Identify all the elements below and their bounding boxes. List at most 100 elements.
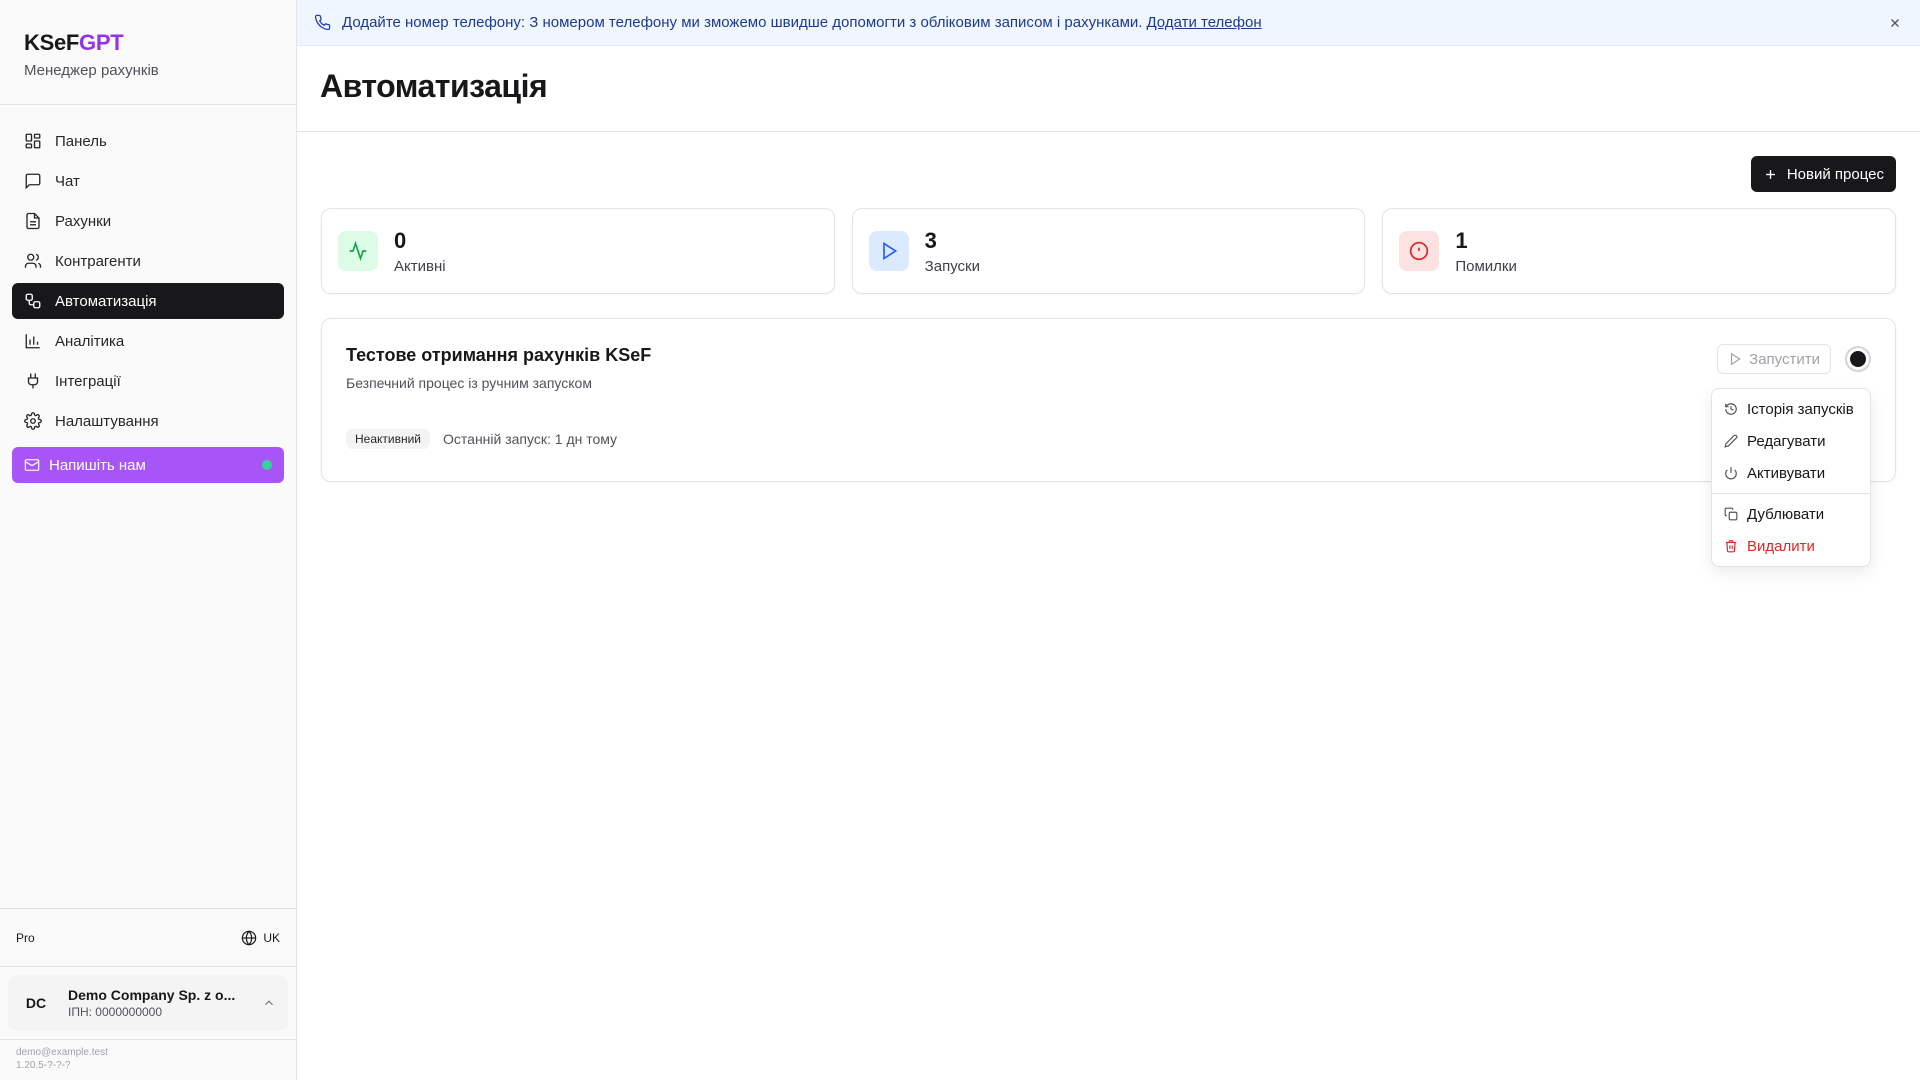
- sidebar-item-label: Інтеграції: [55, 372, 121, 390]
- menu-item-edit[interactable]: Редагувати: [1716, 425, 1866, 457]
- user-email: demo@example.test: [16, 1047, 108, 1058]
- brand: KSeFGPT Менеджер рахунків: [0, 0, 296, 105]
- menu-divider: [1712, 493, 1870, 494]
- sidebar-item-analytics[interactable]: Аналітика: [12, 323, 284, 359]
- sidebar-item-label: Панель: [55, 132, 107, 150]
- sidebar-item-contractors[interactable]: Контрагенти: [12, 243, 284, 279]
- menu-item-history[interactable]: Історія запусків: [1716, 393, 1866, 425]
- toolbar: Новий процес: [321, 156, 1896, 192]
- close-icon[interactable]: [1888, 16, 1902, 30]
- trash-icon: [1725, 540, 1737, 553]
- company-name: Demo Company Sp. z o...: [68, 987, 236, 1003]
- stat-card-active: 0 Активні: [321, 208, 835, 294]
- brand-logo[interactable]: KSeFGPT: [24, 30, 272, 56]
- phone-banner: Додайте номер телефону: З номером телефо…: [297, 0, 1920, 46]
- automation-content: Новий процес 0 Активні 3 Запуски 1 Помил…: [297, 132, 1920, 506]
- brand-subtitle: Менеджер рахунків: [24, 62, 159, 79]
- sidebar-item-label: Аналітика: [55, 332, 125, 350]
- copy-icon: [1724, 507, 1738, 521]
- language-label: UK: [263, 930, 280, 945]
- new-process-button[interactable]: Новий процес: [1750, 156, 1896, 192]
- avatar: DC: [18, 985, 54, 1021]
- menu-item-label: Редагувати: [1747, 432, 1826, 450]
- sidebar-item-label: Рахунки: [55, 212, 112, 230]
- sidebar-item-invoices[interactable]: Рахунки: [12, 203, 284, 239]
- status-badge: Неактивний: [346, 429, 431, 449]
- stat-icon-wrap: [338, 231, 378, 271]
- play-icon: [882, 241, 897, 261]
- sidebar-item-label: Налаштування: [55, 412, 159, 430]
- company-switcher[interactable]: DC Demo Company Sp. z o... ІПН: 00000000…: [8, 975, 288, 1031]
- process-description: Безпечний процес із ручним запуском: [346, 375, 592, 391]
- menu-item-label: Активувати: [1747, 464, 1826, 482]
- stat-value: 1: [1455, 227, 1468, 253]
- chevron-up-icon: [265, 1000, 273, 1006]
- stat-label: Запуски: [924, 257, 980, 275]
- gear-icon: [24, 412, 42, 430]
- stat-card-runs: 3 Запуски: [851, 208, 1366, 294]
- phone-icon: [314, 14, 331, 31]
- online-status-dot: [262, 460, 272, 470]
- stat-icon-wrap: [1399, 231, 1440, 271]
- sidebar-item-integrations[interactable]: Інтеграції: [12, 363, 284, 399]
- page-title: Автоматизація: [320, 68, 548, 104]
- menu-item-delete[interactable]: Видалити: [1716, 530, 1866, 562]
- play-icon: [1731, 352, 1741, 366]
- stat-text: 3 Запуски: [925, 228, 980, 275]
- sidebar-item-dashboard[interactable]: Панель: [12, 123, 284, 159]
- plug-icon: [27, 373, 39, 389]
- language-switcher[interactable]: UK: [241, 929, 280, 946]
- brand-name-part2: GPT: [79, 30, 124, 55]
- pencil-icon: [1724, 434, 1738, 448]
- sidebar-item-settings[interactable]: Налаштування: [12, 403, 284, 439]
- last-run-text: Останній запуск: 1 дн тому: [443, 431, 618, 447]
- chat-icon: [25, 173, 41, 190]
- stat-label: Помилки: [1455, 257, 1517, 275]
- account-meta: demo@example.test 1.20.5-?-?-?: [0, 1040, 296, 1080]
- menu-item-label: Дублювати: [1747, 505, 1825, 523]
- alert-circle-icon: [1410, 241, 1429, 261]
- stats-row: 0 Активні 3 Запуски 1 Помилки: [321, 208, 1897, 294]
- dashboard-icon: [25, 133, 41, 149]
- company-info: Demo Company Sp. z o... ІПН: 0000000000: [68, 987, 262, 1019]
- process-title: Тестове отримання рахунків KSeF: [346, 345, 652, 365]
- menu-item-activate[interactable]: Активувати: [1716, 457, 1866, 489]
- sidebar-item-label: Контрагенти: [55, 252, 141, 270]
- sidebar: KSeFGPT Менеджер рахунків Панель Чат Рах…: [0, 0, 297, 1080]
- plus-icon: [1765, 169, 1775, 179]
- stat-card-errors: 1 Помилки: [1382, 208, 1897, 294]
- process-footer: Неактивний Останній запуск: 1 дн тому: [346, 429, 1871, 449]
- run-label: Запустити: [1749, 350, 1820, 368]
- globe-icon: [242, 929, 257, 946]
- sidebar-item-chat[interactable]: Чат: [12, 163, 284, 199]
- menu-item-label: Видалити: [1747, 537, 1815, 555]
- stat-text: 1 Помилки: [1455, 228, 1517, 275]
- sidebar-item-label: Чат: [55, 172, 80, 190]
- history-icon: [1725, 403, 1737, 415]
- activity-icon: [349, 241, 367, 261]
- process-card: Тестове отримання рахунків KSeF Безпечни…: [321, 318, 1896, 482]
- new-process-label: Новий процес: [1786, 165, 1884, 183]
- plan-row: Pro UK: [0, 908, 296, 966]
- banner-text: Додайте номер телефону: З номером телефо…: [342, 14, 1143, 31]
- stat-icon-wrap: [868, 231, 909, 271]
- sidebar-item-label: Автоматизація: [55, 292, 157, 310]
- add-phone-link[interactable]: Додати телефон: [1146, 14, 1261, 31]
- stat-label: Активні: [394, 257, 446, 275]
- plan-label: Pro: [16, 930, 35, 945]
- main-content: Додайте номер телефону: З номером телефо…: [297, 0, 1920, 1080]
- bar-chart-icon: [25, 334, 40, 349]
- sidebar-footer: Pro UK DC Demo Company Sp. z o... ІПН: 0…: [0, 908, 296, 1080]
- menu-item-duplicate[interactable]: Дублювати: [1716, 498, 1866, 530]
- company-section: DC Demo Company Sp. z o... ІПН: 00000000…: [0, 966, 296, 1040]
- file-text-icon: [26, 212, 40, 230]
- more-actions-button[interactable]: [1845, 346, 1871, 372]
- sidebar-nav: Панель Чат Рахунки Контрагенти Автоматиз…: [0, 105, 296, 483]
- contact-us-button[interactable]: Напишіть нам: [12, 447, 284, 483]
- mail-icon: [24, 459, 40, 471]
- company-tax-id: ІПН: 0000000000: [68, 1005, 163, 1019]
- brand-name-part1: KSeF: [24, 30, 80, 55]
- users-icon: [24, 253, 42, 268]
- run-button[interactable]: Запустити: [1717, 344, 1831, 374]
- sidebar-item-automation[interactable]: Автоматизація: [12, 283, 284, 319]
